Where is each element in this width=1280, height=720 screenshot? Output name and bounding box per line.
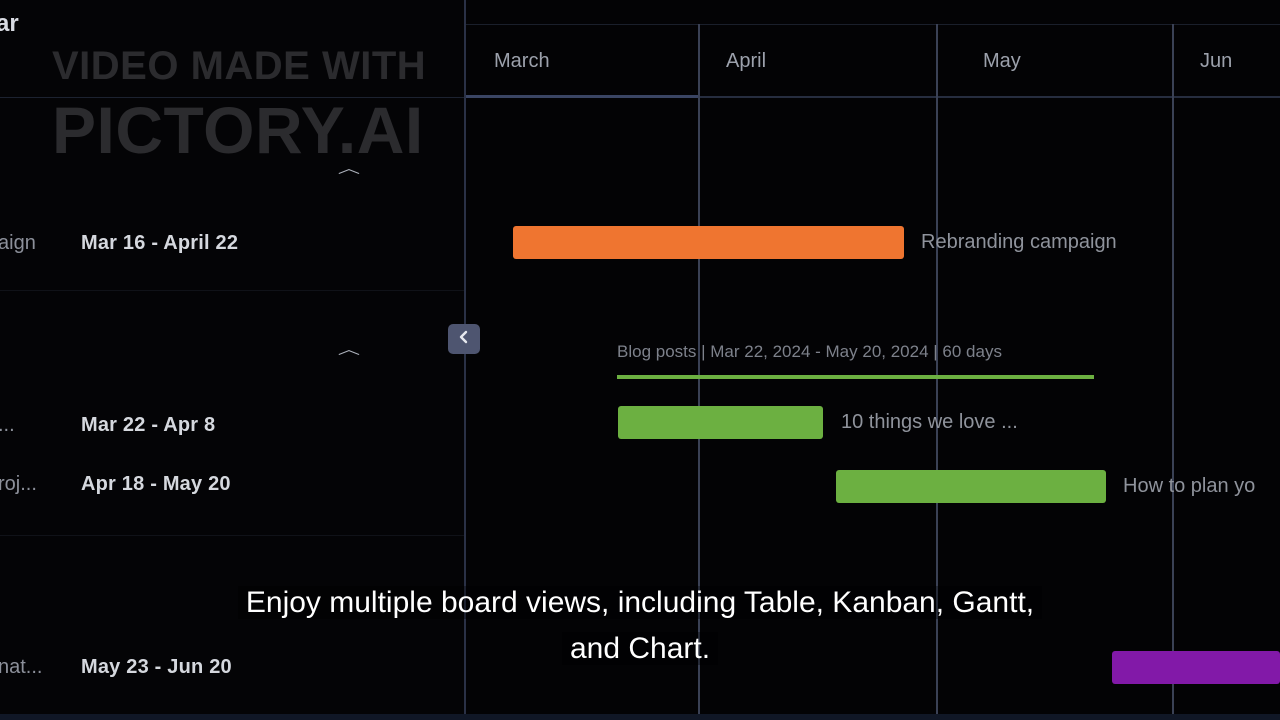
bar-label: 10 things we love ... (841, 411, 1018, 433)
chevron-up-icon[interactable]: ︿ (338, 339, 360, 359)
task-name[interactable]: aign (0, 232, 36, 255)
bar-label: How to plan yo (1123, 475, 1256, 497)
row-divider (0, 535, 465, 536)
task-dates: Apr 18 - May 20 (81, 473, 231, 495)
timeline-top-strip (466, 0, 1280, 25)
group-summary-label: Blog posts | Mar 22, 2024 - May 20, 2024… (617, 342, 1002, 361)
task-dates: Mar 22 - Apr 8 (81, 414, 216, 436)
panel-title: ar (0, 10, 19, 37)
month-label-may: May (983, 50, 1021, 72)
chevron-left-icon (458, 330, 470, 349)
current-month-indicator (466, 95, 700, 98)
gantt-bar-10-things[interactable] (618, 406, 823, 439)
collapse-panel-button[interactable] (448, 324, 480, 354)
watermark-line2: PICTORY.AI (52, 93, 424, 167)
month-label-march: March (494, 50, 550, 72)
caption-line1: Enjoy multiple board views, including Ta… (237, 586, 1043, 619)
gantt-bar-rebranding[interactable] (513, 226, 904, 259)
watermark-line1: VIDEO MADE WITH (52, 44, 427, 88)
task-name[interactable]: ... (0, 414, 15, 437)
month-label-june: Jun (1200, 50, 1233, 72)
row-divider (0, 290, 465, 291)
caption-line2: and Chart. (561, 632, 719, 665)
video-caption: Enjoy multiple board views, including Ta… (0, 580, 1280, 672)
group-summary-bar[interactable] (617, 375, 1094, 379)
month-label-april: April (726, 50, 767, 72)
bar-label: Rebranding campaign (921, 231, 1117, 253)
task-name[interactable]: roj... (0, 473, 37, 496)
task-dates: Mar 16 - April 22 (81, 232, 239, 254)
bottom-border (0, 714, 1280, 720)
gantt-bar-how-to-plan[interactable] (836, 470, 1106, 503)
